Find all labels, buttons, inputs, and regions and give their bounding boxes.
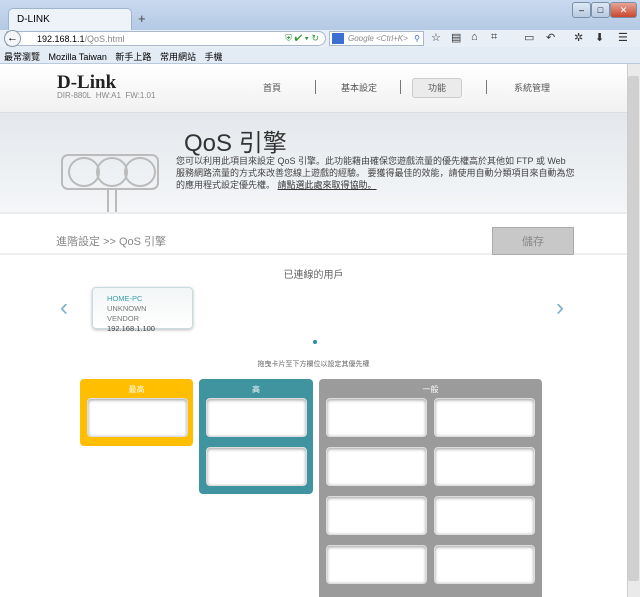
url-host: 192.168.1.1 bbox=[37, 34, 85, 44]
chat-icon[interactable]: ▭ bbox=[524, 31, 534, 44]
breadcrumb: 進階設定 >> QoS 引擎 bbox=[56, 236, 167, 248]
priority-high: 高 bbox=[199, 379, 313, 494]
priority-general: 一般 bbox=[319, 379, 542, 597]
bookmarks-bar: 最常瀏覽 Mozilla Taiwan 新手上路 常用網站 手機 bbox=[0, 47, 640, 64]
client-ip: 192.168.1.100 bbox=[107, 324, 155, 333]
client-name: HOME-PC bbox=[107, 294, 143, 303]
shield-icon: ⛨ ✔ ▾ ↻ bbox=[285, 33, 319, 43]
client-vendor: UNKNOWN VENDOR bbox=[107, 304, 147, 323]
help-link[interactable]: 請點選此處來取得協助。 bbox=[278, 180, 377, 190]
save-button[interactable]: 儲存 bbox=[492, 227, 574, 255]
drop-slot[interactable] bbox=[326, 496, 427, 535]
chevron-left-icon[interactable]: ‹ bbox=[60, 294, 68, 322]
minimize-button[interactable]: – bbox=[572, 2, 591, 18]
page-content: D-Link DIR-880L HW:A1 FW:1.01 首頁 基本設定 功能… bbox=[0, 64, 627, 597]
close-button[interactable]: ✕ bbox=[610, 2, 637, 18]
divider bbox=[400, 80, 401, 94]
divider bbox=[315, 80, 316, 94]
priority-label: 最高 bbox=[128, 385, 145, 394]
router-header: D-Link DIR-880L HW:A1 FW:1.01 首頁 基本設定 功能… bbox=[0, 64, 627, 113]
connected-clients-heading: 已連線的用戶 bbox=[283, 270, 344, 281]
menu-system[interactable]: 系統管理 bbox=[514, 81, 550, 94]
star-icon[interactable]: ☆ bbox=[431, 31, 441, 44]
scrollbar-thumb[interactable] bbox=[628, 76, 639, 581]
clipboard-icon[interactable]: ▤ bbox=[451, 31, 461, 44]
bookmark[interactable]: 新手上路 bbox=[115, 52, 151, 62]
chevron-right-icon[interactable]: › bbox=[556, 294, 564, 322]
drop-slot[interactable] bbox=[326, 545, 427, 584]
drop-slot[interactable] bbox=[434, 545, 535, 584]
undo-icon[interactable]: ↶ bbox=[546, 31, 555, 44]
description: 您可以利用此項目來設定 QoS 引擎。此功能藉由確保您遊戲流量的優先權高於其他如… bbox=[176, 155, 576, 191]
drop-slot[interactable] bbox=[326, 398, 427, 437]
tab-title: D-LINK bbox=[17, 14, 50, 25]
drop-slot[interactable] bbox=[434, 447, 535, 486]
menu-basic-settings[interactable]: 基本設定 bbox=[341, 81, 377, 94]
drop-slot[interactable] bbox=[434, 398, 535, 437]
search-placeholder: Google <Ctrl+K> bbox=[348, 34, 408, 43]
priority-label: 一般 bbox=[422, 385, 439, 394]
browser-tab[interactable]: D-LINK bbox=[8, 8, 132, 32]
bookmark[interactable]: 常用網站 bbox=[160, 52, 196, 62]
page-title: QoS 引擎 bbox=[184, 130, 287, 157]
download-icon[interactable]: ⬇ bbox=[595, 31, 604, 44]
model: DIR-880L bbox=[57, 91, 92, 100]
menu-icon[interactable]: ☰ bbox=[618, 31, 628, 44]
crop-icon[interactable]: ⌗ bbox=[491, 31, 497, 44]
url-bar[interactable]: 192.168.1.1/QoS.html ⛨ ✔ ▾ ↻ bbox=[6, 31, 326, 46]
url-path: /QoS.html bbox=[84, 34, 125, 44]
maximize-button[interactable]: □ bbox=[591, 2, 610, 18]
drag-hint: 拖曳卡片至下方欄位以設定其優先權 bbox=[257, 361, 370, 368]
priority-highest: 最高 bbox=[80, 379, 193, 446]
hw-version: HW:A1 bbox=[95, 91, 121, 100]
search-input[interactable]: Google <Ctrl+K> ⚲ bbox=[329, 31, 424, 46]
bookmark[interactable]: 手機 bbox=[204, 52, 222, 62]
menu-home[interactable]: 首頁 bbox=[263, 81, 281, 94]
model-info: DIR-880L HW:A1 FW:1.01 bbox=[57, 91, 155, 100]
addon-icon[interactable]: ✲ bbox=[574, 31, 583, 44]
priority-label: 高 bbox=[252, 385, 260, 394]
drop-slot[interactable] bbox=[206, 398, 307, 437]
back-button[interactable]: ← bbox=[4, 30, 21, 47]
menu-features[interactable]: 功能 bbox=[428, 81, 446, 94]
bookmark[interactable]: Mozilla Taiwan bbox=[49, 52, 107, 62]
qos-engine-icon bbox=[61, 154, 159, 215]
drop-slot[interactable] bbox=[326, 447, 427, 486]
banner: QoS 引擎 您可以利用此項目來設定 QoS 引擎。此功能藉由確保您遊戲流量的優… bbox=[0, 113, 627, 215]
new-tab-button[interactable]: + bbox=[138, 11, 146, 26]
home-icon[interactable]: ⌂ bbox=[471, 31, 478, 43]
drop-slot[interactable] bbox=[87, 398, 188, 437]
drop-slot[interactable] bbox=[206, 447, 307, 486]
bookmark[interactable]: 最常瀏覽 bbox=[4, 52, 40, 62]
pagination-dot[interactable] bbox=[313, 340, 317, 344]
divider bbox=[486, 80, 487, 94]
client-card[interactable]: HOME-PC UNKNOWN VENDOR 192.168.1.100 bbox=[92, 287, 193, 333]
fw-version: FW:1.01 bbox=[125, 91, 156, 100]
search-icon: ⚲ bbox=[414, 34, 420, 43]
google-icon bbox=[332, 33, 344, 44]
drop-slot[interactable] bbox=[434, 496, 535, 535]
